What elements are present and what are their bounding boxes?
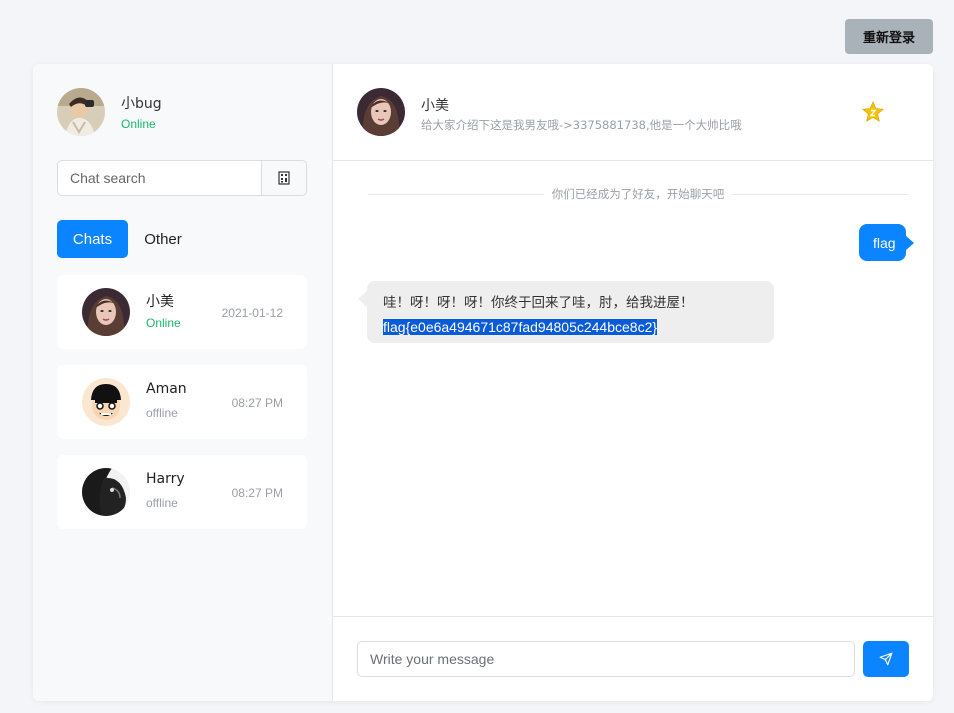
conversation-divider: 你们已经成为了好友，开始聊天吧	[368, 186, 908, 202]
relogin-button[interactable]: 重新登录	[845, 19, 933, 54]
chat-app-card: 小bug Online Chats Other	[33, 64, 933, 701]
chat-list-item[interactable]: Aman offline 08:27 PM	[57, 365, 307, 439]
composer	[333, 616, 933, 701]
chat-list-item[interactable]: 小美 Online 2021-01-12	[57, 275, 307, 349]
chat-search-input[interactable]	[58, 161, 264, 195]
divider-text: 你们已经成为了好友，开始聊天吧	[543, 187, 733, 201]
send-button[interactable]	[863, 641, 909, 677]
my-name: 小bug	[121, 96, 162, 112]
conversation-header: 小美 给大家介绍下这是我男友哦->3375881738,他是一个大帅比哦	[333, 64, 933, 161]
contact-name: Harry	[146, 471, 185, 487]
contact-name: 小美	[146, 294, 174, 310]
contact-status: Online	[146, 316, 181, 330]
message-input[interactable]	[357, 641, 855, 677]
favorite-button[interactable]	[861, 100, 885, 124]
contact-avatar	[82, 288, 130, 336]
sidebar: 小bug Online Chats Other	[33, 64, 333, 701]
conversation-panel: 小美 给大家介绍下这是我男友哦->3375881738,他是一个大帅比哦 你们已…	[333, 64, 933, 701]
contact-header-avatar[interactable]	[357, 88, 405, 136]
tab-chats[interactable]: Chats	[57, 220, 128, 258]
message-incoming: 哇！呀！呀！呀！你终于回来了哇，肘，给我进屋！ flag{e0e6a494671c…	[358, 281, 774, 343]
conversation-description: 给大家介绍下这是我男友哦->3375881738,他是一个大帅比哦	[421, 118, 742, 132]
contact-time: 08:27 PM	[231, 486, 283, 500]
chat-search	[57, 160, 307, 196]
contact-name: Aman	[146, 381, 187, 397]
my-avatar[interactable]	[57, 88, 105, 136]
contact-avatar	[82, 378, 130, 426]
message-highlighted-flag[interactable]: flag{e0e6a494671c87fad94805c244bce8c2}	[383, 319, 658, 335]
message-outgoing: flag	[859, 224, 914, 261]
message-text: flag	[873, 234, 896, 251]
chat-list-item[interactable]: Harry offline 08:27 PM	[57, 455, 307, 529]
contact-avatar	[82, 468, 130, 516]
contact-status: offline	[146, 406, 178, 420]
contact-time: 2021-01-12	[221, 306, 283, 320]
contact-time: 08:27 PM	[231, 396, 283, 410]
conversation-title: 小美	[421, 98, 449, 114]
star-icon	[862, 101, 884, 122]
tab-other[interactable]: Other	[135, 220, 191, 258]
search-button[interactable]	[261, 161, 306, 195]
my-status: Online	[121, 117, 156, 131]
send-icon	[879, 652, 893, 666]
contact-status: offline	[146, 496, 178, 510]
search-icon	[278, 171, 290, 185]
message-text: 哇！呀！呀！呀！你终于回来了哇，肘，给我进屋！	[383, 295, 694, 311]
